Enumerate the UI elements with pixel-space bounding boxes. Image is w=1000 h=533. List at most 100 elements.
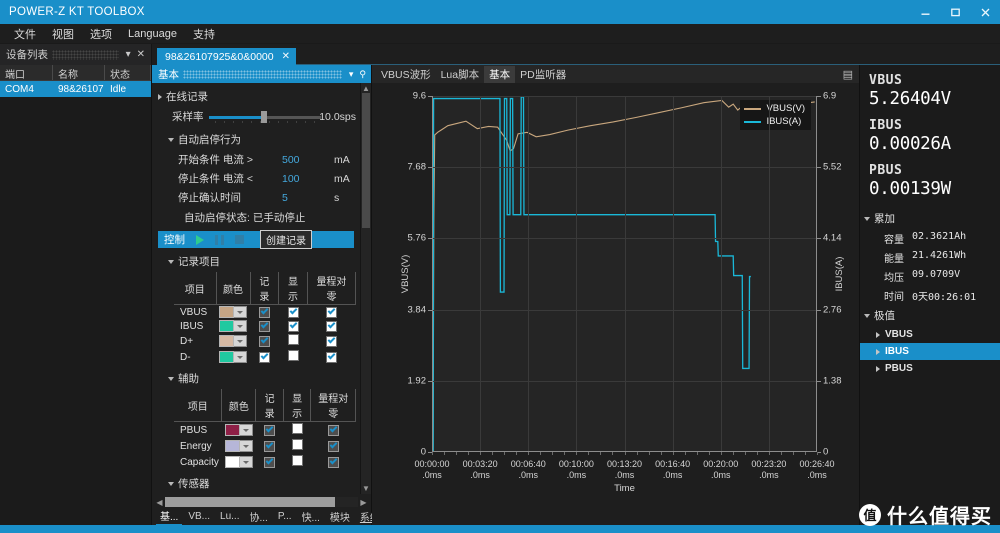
group-online-record-header[interactable]: 在线记录: [156, 87, 356, 107]
color-swatch[interactable]: [225, 424, 240, 436]
group-auxiliary-header[interactable]: 辅助: [156, 369, 356, 389]
zero-checkbox-cell[interactable]: [311, 422, 356, 439]
zero-checkbox-cell[interactable]: [307, 319, 355, 333]
menu-item-options[interactable]: 选项: [83, 24, 119, 44]
zero-checkbox[interactable]: [326, 336, 337, 347]
table-row[interactable]: COM4 98&26107 Idle: [0, 81, 151, 97]
color-picker-cell[interactable]: [216, 349, 250, 365]
color-swatch[interactable]: [219, 335, 234, 347]
zero-checkbox[interactable]: [326, 352, 337, 363]
group-sensor-header[interactable]: 传感器: [156, 474, 356, 494]
tab-lua[interactable]: Lu...: [216, 510, 243, 523]
menu-item-language[interactable]: Language: [121, 26, 184, 42]
chevron-down-icon[interactable]: ▾: [346, 69, 357, 80]
record-checkbox-cell[interactable]: [250, 333, 279, 349]
menu-item-file[interactable]: 文件: [7, 24, 43, 44]
record-checkbox-cell[interactable]: [250, 305, 279, 320]
chevron-down-icon[interactable]: [234, 320, 247, 332]
record-checkbox-cell[interactable]: [256, 438, 284, 454]
minimize-icon[interactable]: [910, 0, 940, 24]
color-picker-cell[interactable]: [222, 422, 256, 439]
extremes-item-ibus[interactable]: IBUS: [860, 343, 1000, 360]
chevron-down-icon[interactable]: [240, 440, 253, 452]
record-checkbox[interactable]: [259, 321, 270, 332]
scrollbar-track[interactable]: [362, 93, 370, 484]
show-checkbox[interactable]: [292, 455, 303, 466]
chevron-down-icon[interactable]: [234, 351, 247, 363]
play-icon[interactable]: [194, 234, 205, 245]
tab-lua-script[interactable]: Lua脚本: [436, 66, 485, 83]
column-header-status[interactable]: 状态: [105, 65, 151, 80]
chevron-down-icon[interactable]: [234, 335, 247, 347]
color-swatch[interactable]: [225, 456, 240, 468]
show-checkbox-cell[interactable]: [283, 454, 311, 470]
show-checkbox-cell[interactable]: [279, 305, 308, 320]
slider-knob[interactable]: [261, 111, 267, 123]
group-auto-startstop-header[interactable]: 自动启停行为: [156, 130, 356, 150]
accumulated-section-header[interactable]: 累加: [860, 208, 1000, 229]
record-checkbox-cell[interactable]: [256, 454, 284, 470]
close-icon[interactable]: [970, 0, 1000, 24]
zero-checkbox[interactable]: [326, 321, 337, 332]
color-picker-cell[interactable]: [216, 333, 250, 349]
pin-icon[interactable]: ⚲: [356, 69, 369, 80]
color-picker-cell[interactable]: [216, 305, 250, 320]
show-checkbox[interactable]: [288, 334, 299, 345]
record-checkbox[interactable]: [259, 307, 270, 318]
stop-condition-value[interactable]: 100: [282, 173, 334, 185]
zero-checkbox-cell[interactable]: [311, 438, 356, 454]
show-checkbox[interactable]: [288, 350, 299, 361]
device-tab-close-icon[interactable]: ✕: [282, 51, 290, 62]
zero-checkbox[interactable]: [328, 457, 339, 468]
settings-horizontal-scrollbar[interactable]: ◀ ▶: [154, 496, 369, 508]
record-checkbox[interactable]: [259, 352, 270, 363]
show-checkbox[interactable]: [292, 423, 303, 434]
color-swatch[interactable]: [219, 306, 234, 318]
close-icon[interactable]: ✕: [134, 49, 148, 60]
sample-rate-slider[interactable]: [209, 111, 315, 123]
record-checkbox-cell[interactable]: [256, 422, 284, 439]
record-checkbox-cell[interactable]: [250, 349, 279, 365]
chevron-down-icon[interactable]: [234, 306, 247, 318]
record-checkbox[interactable]: [264, 441, 275, 452]
maximize-icon[interactable]: [940, 0, 970, 24]
color-picker-cell[interactable]: [216, 319, 250, 333]
tab-vbus-waveform[interactable]: VBUS波形: [376, 66, 436, 83]
pin-icon[interactable]: ▤: [837, 68, 859, 81]
settings-vertical-scrollbar[interactable]: ▲ ▼: [360, 83, 371, 494]
tab-pd[interactable]: P...: [274, 510, 296, 523]
column-header-port[interactable]: 端口: [0, 65, 53, 80]
group-record-items-header[interactable]: 记录项目: [156, 252, 356, 272]
zero-checkbox[interactable]: [326, 307, 337, 318]
scroll-down-icon[interactable]: ▼: [362, 484, 370, 493]
chevron-down-icon[interactable]: [240, 424, 253, 436]
show-checkbox[interactable]: [288, 307, 299, 318]
start-condition-value[interactable]: 500: [282, 154, 334, 166]
tab-protocol[interactable]: 协...: [246, 508, 272, 525]
tab-vbus[interactable]: VB...: [184, 510, 214, 523]
color-swatch[interactable]: [225, 440, 240, 452]
color-picker-cell[interactable]: [222, 454, 256, 470]
zero-checkbox[interactable]: [328, 425, 339, 436]
tab-module[interactable]: 模块: [326, 508, 354, 525]
menu-item-view[interactable]: 视图: [45, 24, 81, 44]
stop-icon[interactable]: [234, 234, 245, 245]
chevron-down-icon[interactable]: ▾: [123, 49, 134, 60]
column-header-name[interactable]: 名称: [53, 65, 105, 80]
scroll-up-icon[interactable]: ▲: [362, 84, 370, 93]
record-checkbox-cell[interactable]: [250, 319, 279, 333]
color-swatch[interactable]: [219, 320, 234, 332]
scrollbar-thumb[interactable]: [362, 93, 370, 228]
extremes-section-header[interactable]: 极值: [860, 305, 1000, 326]
zero-checkbox-cell[interactable]: [307, 305, 355, 320]
scroll-right-icon[interactable]: ▶: [358, 498, 369, 507]
record-checkbox[interactable]: [264, 425, 275, 436]
extremes-item-pbus[interactable]: PBUS: [860, 360, 1000, 377]
show-checkbox-cell[interactable]: [283, 422, 311, 439]
stop-confirm-time-value[interactable]: 5: [282, 192, 334, 204]
pause-icon[interactable]: [214, 234, 225, 245]
zero-checkbox-cell[interactable]: [307, 349, 355, 365]
create-record-button[interactable]: 创建记录: [260, 230, 312, 249]
menu-item-support[interactable]: 支持: [186, 24, 222, 44]
hscrollbar-track[interactable]: [165, 497, 358, 507]
